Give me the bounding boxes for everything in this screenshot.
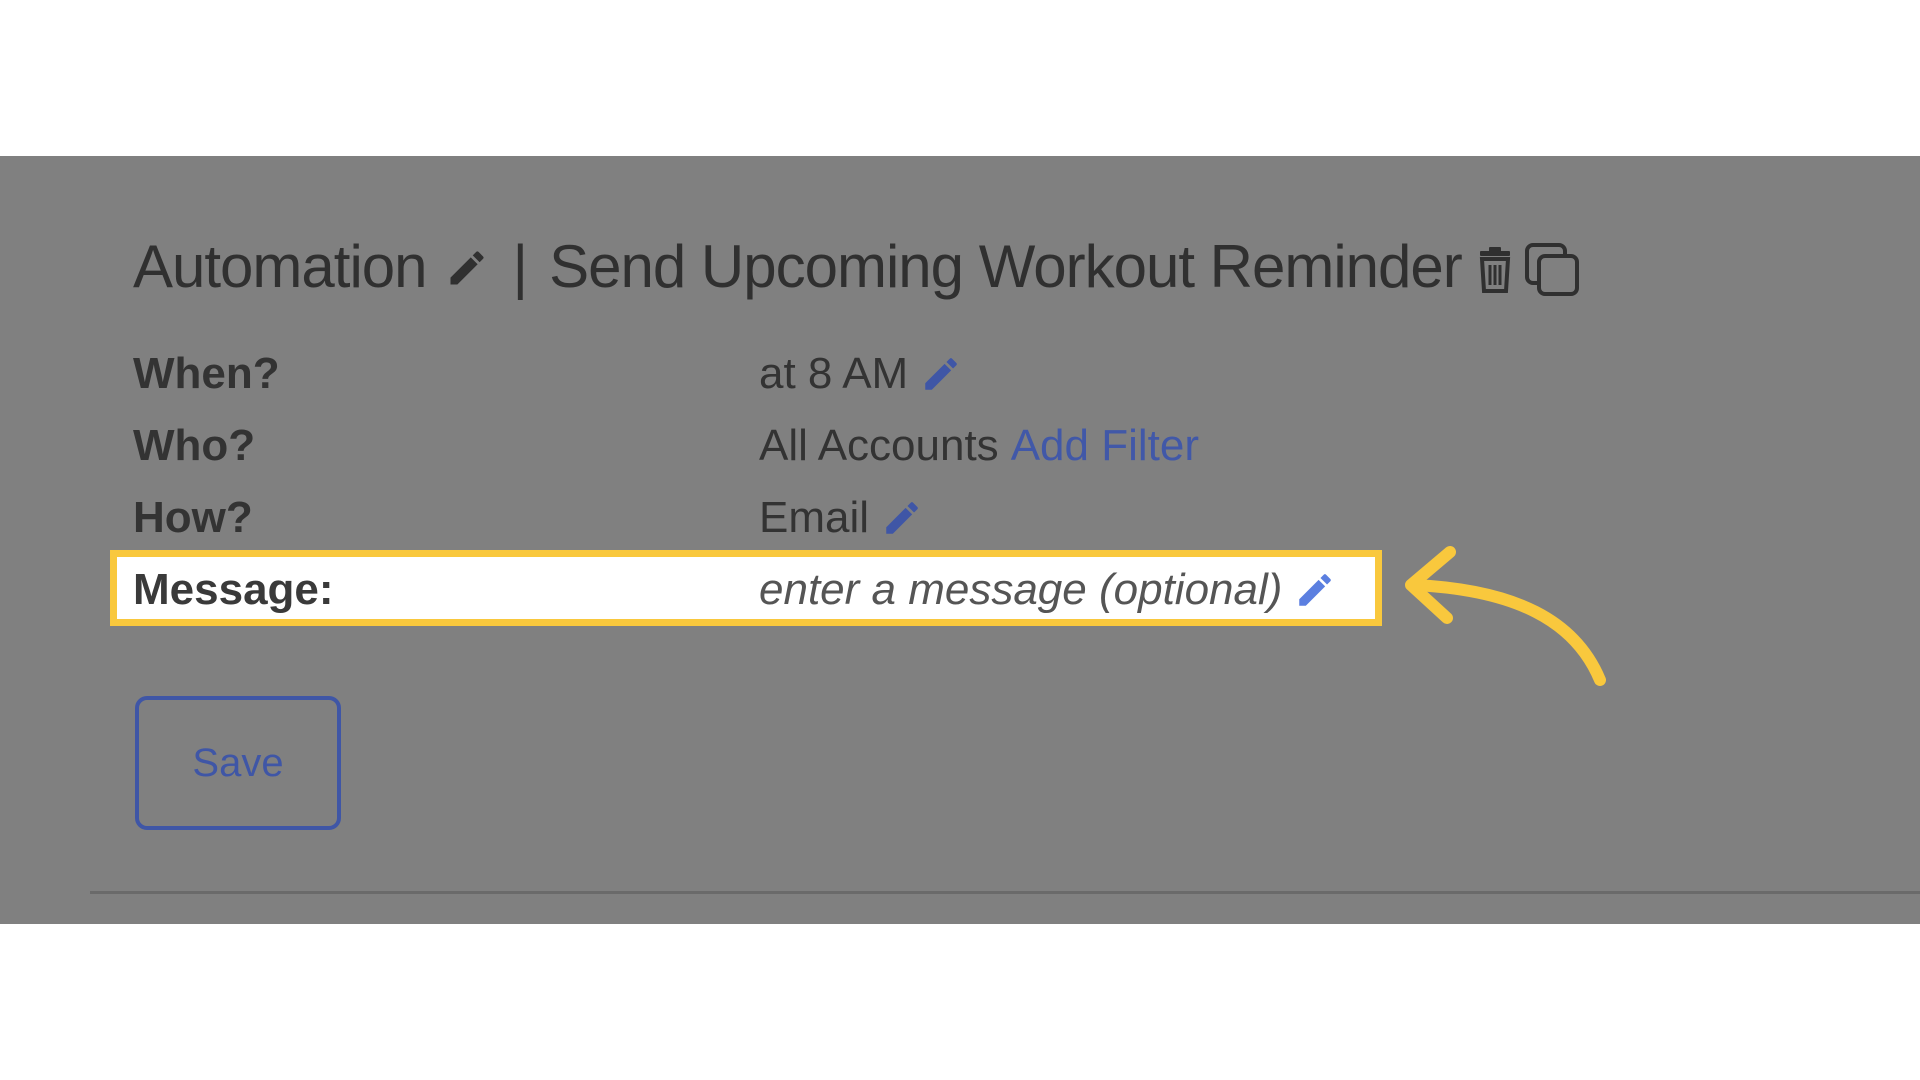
curved-arrow-icon — [1405, 546, 1606, 686]
when-value: at 8 AM — [759, 349, 909, 398]
field-value-when: at 8 AM — [759, 349, 962, 399]
pencil-icon[interactable] — [1294, 569, 1336, 611]
field-label-message: Message: — [133, 565, 334, 614]
field-row-how: How? Email — [133, 488, 1373, 548]
pencil-icon[interactable] — [920, 353, 962, 395]
trash-icon[interactable] — [1476, 247, 1514, 293]
field-value-how: Email — [759, 493, 923, 543]
field-row-message[interactable]: Message: enter a message (optional) — [133, 560, 1373, 620]
field-row-who: Who? All Accounts Add Filter — [133, 416, 1373, 476]
pencil-icon[interactable] — [445, 246, 489, 290]
title-prefix: Automation — [133, 232, 428, 300]
field-label-who: Who? — [133, 421, 256, 470]
pencil-icon[interactable] — [881, 497, 923, 539]
who-value: All Accounts — [759, 421, 999, 470]
screenshot-stage: Automation | Send Upcoming Workout Remin… — [0, 0, 1920, 1080]
add-filter-link[interactable]: Add Filter — [1011, 421, 1199, 471]
message-placeholder: enter a message (optional) — [759, 565, 1283, 614]
save-button[interactable]: Save — [135, 696, 341, 830]
message-input[interactable]: enter a message (optional) — [759, 565, 1336, 615]
automation-name: Send Upcoming Workout Reminder — [549, 232, 1463, 300]
divider — [90, 891, 1920, 894]
field-label-how: How? — [133, 493, 253, 542]
field-row-when: When? at 8 AM — [133, 344, 1373, 404]
field-value-who: All Accounts Add Filter — [759, 421, 1199, 471]
title-separator: | — [512, 232, 529, 300]
automation-title: Automation | Send Upcoming Workout Remin… — [133, 226, 1582, 306]
field-label-when: When? — [133, 349, 280, 398]
how-value: Email — [759, 493, 870, 542]
copy-icon[interactable] — [1524, 242, 1582, 298]
